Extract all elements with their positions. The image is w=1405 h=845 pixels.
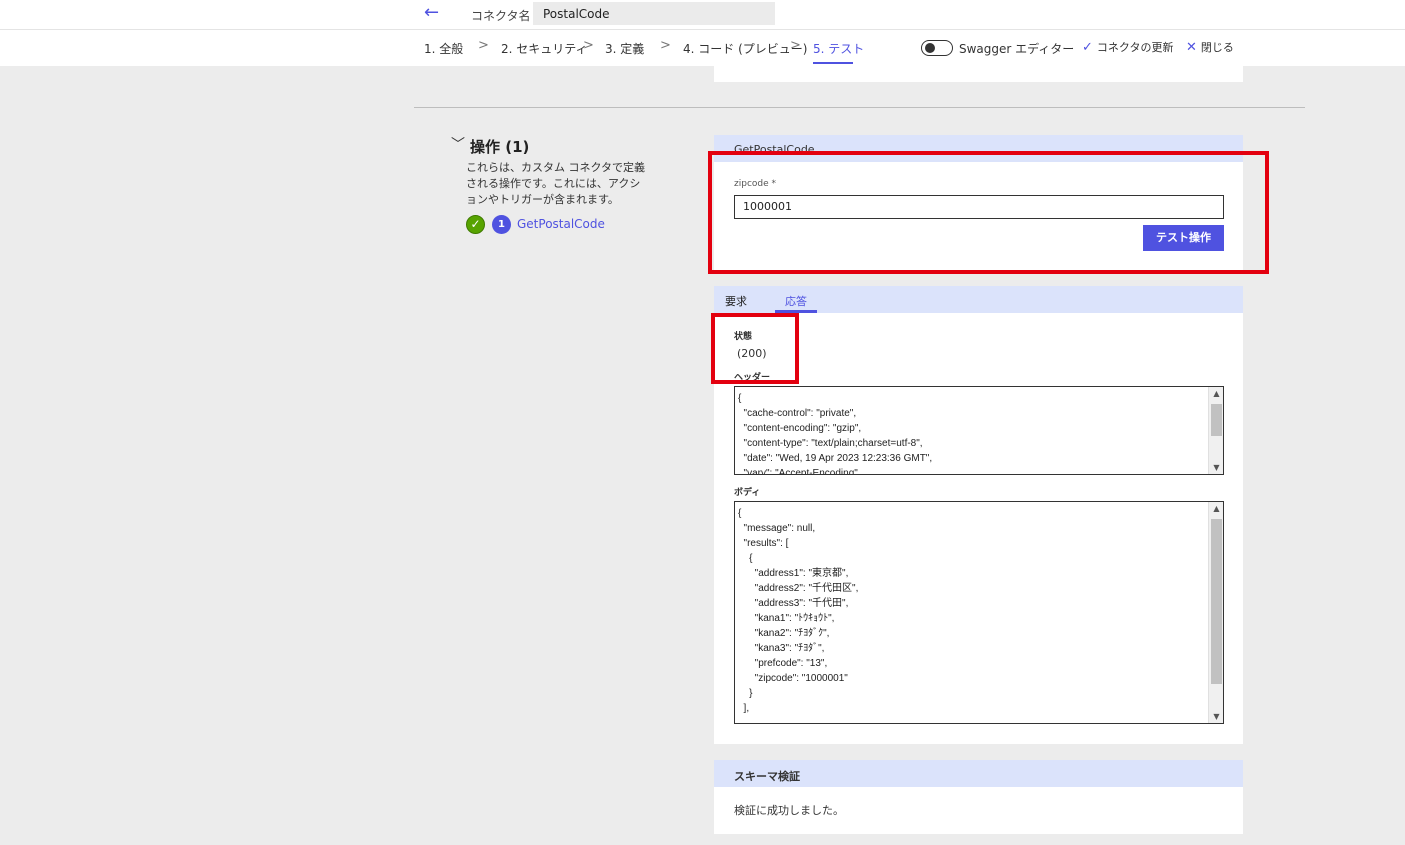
operations-title: 操作 (1) bbox=[470, 138, 530, 156]
scroll-down-icon[interactable]: ▼ bbox=[1211, 712, 1222, 721]
step-definition[interactable]: 3. 定義 bbox=[605, 40, 644, 57]
toggle-knob bbox=[925, 43, 935, 53]
scroll-up-icon[interactable]: ▲ bbox=[1211, 389, 1222, 398]
schema-validation-message: 検証に成功しました。 bbox=[734, 804, 844, 817]
step-general[interactable]: 1. 全般 bbox=[424, 40, 463, 57]
top-bar: ← コネクタ名 PostalCode bbox=[0, 0, 1405, 30]
operations-description: これらは、カスタム コネクタで定義される操作です。これには、アクションやトリガー… bbox=[466, 161, 646, 206]
connector-name-field[interactable]: PostalCode bbox=[533, 2, 775, 25]
step-security[interactable]: 2. セキュリティ bbox=[501, 40, 588, 57]
connector-name-label: コネクタ名 bbox=[471, 9, 531, 23]
status-label: 状態 bbox=[734, 332, 753, 342]
test-operation-card: GetPostalCode zipcode * 1000001 テスト操作 bbox=[714, 135, 1243, 271]
chevron-right-icon: > bbox=[478, 38, 489, 53]
chevron-right-icon: > bbox=[790, 38, 801, 53]
swagger-editor-toggle[interactable] bbox=[921, 40, 953, 56]
status-value: (200) bbox=[737, 347, 767, 360]
headers-content: { "cache-control": "private", "content-e… bbox=[738, 393, 933, 475]
zipcode-input[interactable]: 1000001 bbox=[734, 195, 1224, 219]
close-label: 閉じる bbox=[1200, 41, 1234, 54]
chevron-down-icon[interactable]: ﹀ bbox=[451, 134, 465, 154]
tab-request[interactable]: 要求 bbox=[725, 293, 747, 309]
body-content: { "message": null, "results": [ { "addre… bbox=[738, 508, 859, 714]
update-connector-button[interactable]: ✓ コネクタの更新 bbox=[1082, 39, 1173, 55]
test-operation-button[interactable]: テスト操作 bbox=[1143, 225, 1224, 251]
body-scrollbar[interactable]: ▲ ▼ bbox=[1208, 502, 1223, 723]
scroll-thumb[interactable] bbox=[1211, 404, 1222, 436]
chevron-right-icon: > bbox=[660, 38, 671, 53]
tab-response[interactable]: 応答 bbox=[785, 293, 807, 309]
schema-validation-title: スキーマ検証 bbox=[714, 760, 1243, 787]
previous-panel-bottom bbox=[714, 66, 1243, 82]
close-button[interactable]: ✕ 閉じる bbox=[1186, 39, 1234, 55]
response-tabs: 要求 応答 bbox=[714, 286, 1243, 313]
scroll-down-icon[interactable]: ▼ bbox=[1211, 463, 1222, 472]
scroll-thumb[interactable] bbox=[1211, 519, 1222, 684]
back-arrow-icon[interactable]: ← bbox=[424, 2, 439, 23]
success-check-icon: ✓ bbox=[466, 215, 485, 234]
step-code-preview[interactable]: 4. コード (プレビュー) bbox=[683, 40, 807, 57]
operation-card-title: GetPostalCode bbox=[714, 135, 1243, 162]
headers-label: ヘッダー bbox=[734, 373, 771, 383]
active-tab-indicator bbox=[775, 310, 817, 313]
section-divider bbox=[414, 107, 1305, 108]
chevron-right-icon: > bbox=[583, 38, 594, 53]
operation-link-getpostalcode[interactable]: GetPostalCode bbox=[517, 217, 605, 231]
body-textarea[interactable]: { "message": null, "results": [ { "addre… bbox=[734, 501, 1224, 724]
active-step-indicator bbox=[813, 62, 853, 64]
response-card: 要求 応答 状態 (200) ヘッダー { "cache-control": "… bbox=[714, 286, 1243, 744]
close-icon: ✕ bbox=[1186, 40, 1197, 55]
body-label: ボディ bbox=[734, 488, 761, 498]
schema-validation-card: スキーマ検証 検証に成功しました。 bbox=[714, 760, 1243, 834]
headers-scrollbar[interactable]: ▲ ▼ bbox=[1208, 387, 1223, 474]
check-icon: ✓ bbox=[1082, 40, 1093, 55]
update-connector-label: コネクタの更新 bbox=[1096, 41, 1174, 54]
scroll-up-icon[interactable]: ▲ bbox=[1211, 504, 1222, 513]
step-navigation: 1. 全般 > 2. セキュリティ > 3. 定義 > 4. コード (プレビュ… bbox=[0, 30, 1405, 66]
swagger-editor-label: Swagger エディター bbox=[959, 42, 1075, 56]
operation-number-badge: 1 bbox=[492, 215, 511, 234]
zipcode-label: zipcode * bbox=[734, 179, 777, 189]
step-test[interactable]: 5. テスト bbox=[813, 40, 864, 57]
headers-textarea[interactable]: { "cache-control": "private", "content-e… bbox=[734, 386, 1224, 475]
